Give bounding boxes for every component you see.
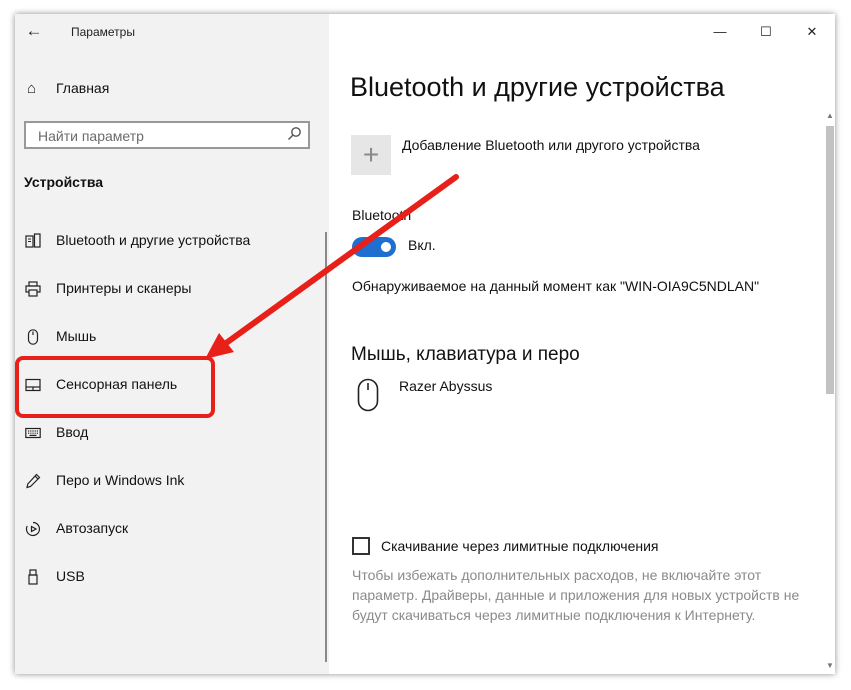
metered-checkbox[interactable]: [352, 537, 370, 555]
sidebar-item-label: USB: [56, 568, 85, 584]
maximize-button[interactable]: ☐: [743, 14, 789, 50]
bluetooth-toggle[interactable]: [352, 237, 396, 257]
usb-icon: [28, 569, 38, 585]
sidebar-item-label: Bluetooth и другие устройства: [56, 232, 251, 248]
close-button[interactable]: ✕: [789, 14, 835, 50]
back-button[interactable]: ←: [23, 20, 45, 42]
search-input[interactable]: Найти параметр: [24, 121, 310, 149]
scroll-up-icon[interactable]: ▲: [826, 111, 834, 121]
sidebar-item-label: Автозапуск: [56, 520, 129, 536]
discoverable-text: Обнаруживаемое на данный момент как "WIN…: [352, 278, 760, 294]
app-title: Параметры: [71, 25, 135, 39]
sidebar-item-label: Мышь: [56, 328, 97, 344]
sidebar-item-usb[interactable]: USB: [15, 561, 325, 593]
mouse-icon: [27, 329, 39, 345]
metered-label: Скачивание через лимитные подключения: [381, 538, 659, 554]
sidebar-scrollbar[interactable]: [325, 232, 327, 662]
settings-window: ← Параметры ⌂ Главная Найти параметр Уст…: [15, 14, 835, 674]
sidebar-item-autoplay[interactable]: Автозапуск: [15, 513, 325, 545]
titlebar: ← Параметры: [15, 14, 329, 50]
sidebar-item-label: Принтеры и сканеры: [56, 280, 192, 296]
search-placeholder: Найти параметр: [38, 128, 144, 144]
sidebar-item-label: Перо и Windows Ink: [56, 472, 185, 488]
toggle-knob: [381, 242, 391, 252]
mouse-icon: [357, 378, 379, 412]
sidebar-item-mouse[interactable]: Мышь: [15, 321, 325, 353]
search-icon: [288, 127, 301, 140]
add-device-label[interactable]: Добавление Bluetooth или другого устройс…: [402, 137, 700, 153]
printer-icon: [25, 281, 41, 297]
page-title: Bluetooth и другие устройства: [350, 72, 725, 102]
sidebar-item-pen[interactable]: Перо и Windows Ink: [15, 465, 325, 497]
keyboard-icon: [25, 427, 41, 439]
metered-note: Чтобы избежать дополнительных расходов, …: [352, 567, 800, 623]
metered-option[interactable]: Скачивание через лимитные подключения: [352, 537, 752, 557]
sidebar-item-label: Ввод: [56, 424, 89, 440]
scroll-down-icon[interactable]: ▼: [826, 661, 834, 671]
section-title: Устройства: [24, 174, 104, 190]
bluetooth-label: Bluetooth: [352, 207, 412, 223]
bluetooth-devices-icon: [25, 233, 41, 248]
main-content: — ☐ ✕ Bluetooth и другие устройства + До…: [329, 14, 835, 674]
add-device-button[interactable]: +: [351, 135, 391, 175]
plus-icon: +: [362, 139, 380, 170]
home-icon: ⌂: [27, 80, 37, 97]
minimize-button[interactable]: —: [697, 14, 743, 50]
autoplay-icon: [25, 521, 41, 537]
devices-subheader: Мышь, клавиатура и перо: [351, 344, 580, 365]
scroll-thumb[interactable]: [826, 126, 834, 394]
pen-icon: [26, 473, 41, 489]
maximize-icon: ☐: [760, 24, 772, 39]
sidebar: ← Параметры ⌂ Главная Найти параметр Уст…: [15, 14, 329, 674]
sidebar-item-typing[interactable]: Ввод: [15, 417, 325, 449]
bluetooth-state: Вкл.: [408, 237, 436, 253]
highlight-box: [15, 356, 215, 418]
close-icon: ✕: [806, 24, 818, 39]
device-name: Razer Abyssus: [399, 378, 493, 394]
arrow-left-icon: ←: [25, 21, 43, 40]
sidebar-item-bluetooth[interactable]: Bluetooth и другие устройства: [15, 225, 325, 257]
nav-home[interactable]: ⌂ Главная: [15, 76, 329, 102]
sidebar-item-printers[interactable]: Принтеры и сканеры: [15, 273, 325, 305]
minimize-icon: —: [713, 24, 727, 39]
nav-home-label: Главная: [56, 80, 110, 96]
device-item[interactable]: Razer Abyssus: [351, 374, 651, 418]
